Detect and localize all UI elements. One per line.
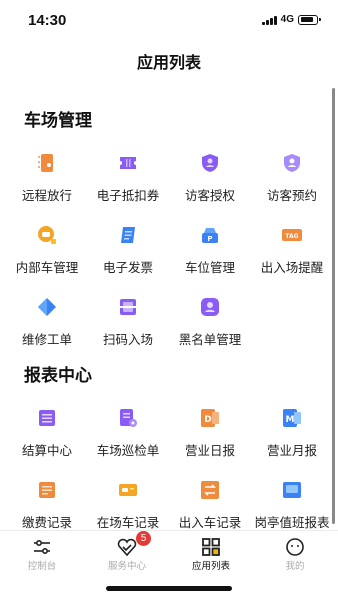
parking-space-icon: P [200, 225, 220, 245]
app-blacklist[interactable]: 黑名单管理 [168, 297, 252, 357]
payment-record-icon [37, 480, 57, 500]
repair-order-icon [37, 297, 57, 317]
app-visitor-booking[interactable]: 访客预约 [250, 153, 334, 213]
status-indicators: 4G [262, 14, 321, 25]
app-payment-record[interactable]: 缴费记录 [5, 480, 89, 530]
app-invoice[interactable]: 电子发票 [86, 225, 170, 285]
app-monthly-report[interactable]: M 营业月报 [250, 408, 334, 468]
notification-badge: 5 [136, 531, 151, 546]
signal-icon [262, 15, 277, 25]
invoice-icon [118, 225, 138, 245]
svg-text:TAG: TAG [285, 233, 298, 240]
tab-label: 我的 [285, 561, 305, 572]
scan-entry-icon [118, 297, 138, 317]
onsite-car-icon [118, 480, 138, 500]
app-parking-space[interactable]: P 车位管理 [168, 225, 252, 285]
tab-console[interactable]: 控制台 [0, 531, 84, 581]
monthly-report-icon: M [282, 408, 302, 428]
app-label: 岗亭值班报表 [254, 516, 330, 530]
svg-text:D: D [204, 415, 211, 425]
app-scan-entry[interactable]: 扫码入场 [86, 297, 170, 357]
status-bar: 14:30 4G [0, 0, 338, 42]
app-coupon[interactable]: 电子抵扣券 [86, 153, 170, 213]
settlement-icon [37, 408, 57, 428]
section-title-reports: 报表中心 [24, 366, 92, 385]
page-title: 应用列表 [136, 55, 201, 72]
remote-release-icon [37, 153, 57, 173]
app-settlement[interactable]: 结算中心 [5, 408, 89, 468]
visitor-auth-icon [200, 153, 220, 173]
app-repair-order[interactable]: 维修工单 [5, 297, 89, 357]
home-indicator[interactable] [106, 586, 232, 591]
status-time: 14:30 [28, 12, 67, 29]
smile-icon [285, 537, 305, 557]
daily-report-icon: D [200, 408, 220, 428]
sliders-icon [32, 537, 52, 557]
svg-text:P: P [207, 235, 212, 243]
entry-exit-icon [200, 480, 220, 500]
app-entry-exit[interactable]: 出入车记录 [168, 480, 252, 530]
tab-label: 应用列表 [191, 561, 230, 572]
app-booth-duty[interactable]: 岗亭值班报表 [250, 480, 334, 530]
heart-service-icon [117, 537, 137, 557]
app-internal-car[interactable]: 内部车管理 [5, 225, 89, 285]
svg-text:M: M [286, 415, 295, 425]
app-label: 访客预约 [266, 189, 317, 203]
section-title-parking: 车场管理 [24, 111, 92, 130]
app-tag-reminder[interactable]: TAG 出入场提醒 [250, 225, 334, 285]
coupon-icon [118, 153, 138, 173]
tab-service-center[interactable]: 5 服务中心 [85, 531, 169, 581]
blacklist-icon [200, 297, 220, 317]
app-label: 营业月报 [266, 444, 317, 458]
app-daily-report[interactable]: D 营业日报 [168, 408, 252, 468]
battery-icon [298, 14, 321, 25]
app-list-content[interactable]: 车场管理 远程放行 电子抵扣券 访客授权 访客预约 内部车管理 电子发票 P 车… [0, 84, 338, 530]
visitor-booking-icon [282, 153, 302, 173]
tab-app-list[interactable]: 应用列表 [169, 531, 253, 581]
internal-car-icon [37, 225, 57, 245]
app-onsite-car[interactable]: 在场车记录 [86, 480, 170, 530]
inspection-icon [118, 408, 138, 428]
booth-duty-icon [282, 480, 302, 500]
network-type: 4G [280, 14, 294, 25]
tab-mine[interactable]: 我的 [253, 531, 337, 581]
app-label: 黑名单管理 [178, 333, 242, 347]
app-remote-release[interactable]: 远程放行 [5, 153, 89, 213]
app-inspection[interactable]: 车场巡检单 [86, 408, 170, 468]
app-label: 出入场提醒 [260, 261, 324, 275]
tab-label: 控制台 [27, 561, 57, 572]
app-visitor-auth[interactable]: 访客授权 [168, 153, 252, 213]
grid-icon [201, 537, 221, 557]
tag-reminder-icon: TAG [282, 225, 302, 245]
tab-label: 服务中心 [107, 561, 146, 572]
